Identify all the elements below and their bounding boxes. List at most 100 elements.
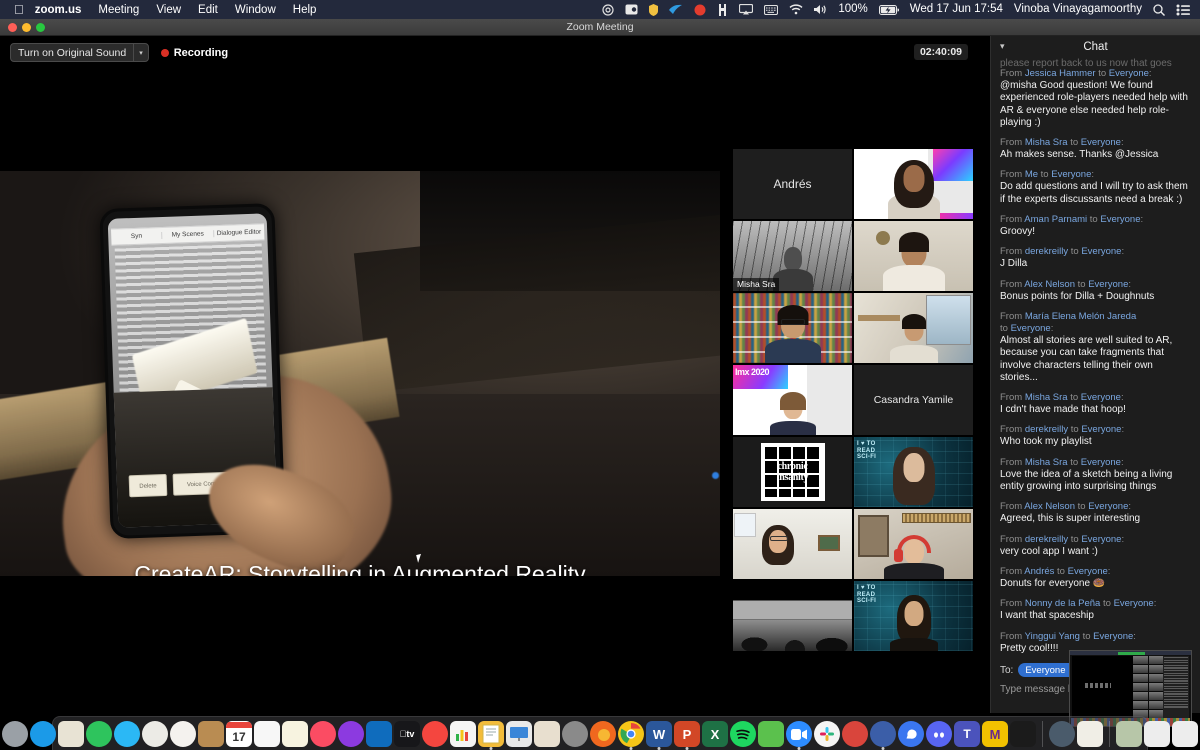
volume-icon[interactable] (814, 4, 827, 15)
dock-item-mendeley[interactable]: M (982, 721, 1008, 747)
shield-icon[interactable] (649, 3, 659, 16)
dock-item-textedit[interactable] (1077, 721, 1103, 747)
chat-message-sender[interactable]: Alex Nelson (1024, 501, 1075, 512)
dock-item-messages[interactable] (114, 721, 140, 747)
dock-item-calendar[interactable]: 17 (226, 721, 252, 747)
apple-icon[interactable]:  (14, 3, 24, 16)
pip-chat-line (1164, 669, 1188, 672)
chat-message-sender[interactable]: derekreilly (1025, 424, 1068, 435)
chevron-down-icon[interactable]: ▾ (1000, 41, 1005, 52)
participant-tile-13[interactable] (733, 581, 852, 651)
participant-tile-4[interactable] (854, 221, 973, 291)
chat-message-sender[interactable]: Aman Parnami (1024, 214, 1087, 225)
dock-item-downloads-photo[interactable] (1116, 721, 1142, 747)
dock-item-quicktime-player[interactable] (1049, 721, 1075, 747)
chat-message-sender[interactable]: derekreilly (1025, 246, 1068, 257)
bartender-icon[interactable] (717, 3, 728, 16)
dock-item-discord[interactable] (926, 721, 952, 747)
dock-item-affinity[interactable] (870, 721, 896, 750)
wifi-icon[interactable] (789, 4, 803, 15)
chat-message-sender[interactable]: Misha Sra (1025, 457, 1068, 468)
participant-tile-10[interactable]: I ♥ TO READ SCI-FI (854, 437, 973, 507)
recording-indicator[interactable]: Recording (160, 47, 228, 59)
participant-tile-5[interactable] (733, 293, 852, 363)
search-icon[interactable] (1153, 3, 1165, 16)
dock-item-microsoft-excel[interactable]: X (702, 721, 728, 747)
dock-item-maps[interactable] (142, 721, 168, 747)
dock-item-appletv[interactable]: tv (394, 721, 420, 747)
original-sound-button[interactable]: Turn on Original Sound ▾ (10, 43, 149, 62)
dock-item-facetime[interactable] (86, 721, 112, 747)
dock-item-system-preferences[interactable] (562, 721, 588, 747)
menu-item-meeting[interactable]: Meeting (98, 4, 139, 16)
participant-tile-7[interactable]: lmx 2020 (733, 365, 852, 435)
menu-item-view[interactable]: View (156, 4, 181, 16)
dock-item-reminders[interactable] (254, 721, 280, 747)
dock-item-contacts[interactable] (198, 721, 224, 747)
dock-item-miro[interactable] (758, 721, 784, 747)
dock-item-preview[interactable] (58, 721, 84, 747)
participant-tile-12[interactable] (854, 509, 973, 579)
dock-item-dark-app[interactable] (1010, 721, 1036, 747)
dock-item-outlook[interactable] (366, 721, 392, 747)
dock-item-slack[interactable] (814, 721, 840, 747)
chat-message-sender[interactable]: Misha Sra (1025, 137, 1068, 148)
participant-tile-andres[interactable]: Andrés (733, 149, 852, 219)
participant-tile-11[interactable] (733, 509, 852, 579)
participant-tile-chronic-insanity[interactable]: chronic insanity (733, 437, 852, 507)
dock-item-firefox[interactable] (590, 721, 616, 747)
dock-item-document-stack-2[interactable] (1172, 721, 1198, 747)
dock-item-launchpad[interactable] (2, 721, 28, 747)
dock-item-microsoft-teams[interactable]: T (954, 721, 980, 747)
screen-recording-icon[interactable] (602, 3, 614, 16)
chat-message-sender[interactable]: derekreilly (1025, 534, 1068, 545)
dock-item-signal[interactable] (898, 721, 924, 747)
menu-item-window[interactable]: Window (235, 4, 276, 16)
chat-message-sender[interactable]: Andrés (1024, 566, 1054, 577)
dock-item-numbers[interactable] (450, 721, 476, 747)
dock-item-podcasts[interactable] (338, 721, 364, 747)
chat-message-sender[interactable]: Alex Nelson (1024, 279, 1075, 290)
dropbox-icon[interactable] (669, 4, 683, 15)
menu-item-edit[interactable]: Edit (198, 4, 218, 16)
dock-item-photos[interactable] (170, 721, 196, 747)
participant-tile-6[interactable] (854, 293, 973, 363)
dock-item-mozilla-thunderbird[interactable] (842, 721, 868, 747)
keyboard-icon[interactable] (764, 4, 779, 15)
chat-message-sender[interactable]: Misha Sra (1025, 392, 1068, 403)
dock-item-notes[interactable] (282, 721, 308, 747)
dock-item-keynote[interactable] (506, 721, 532, 747)
control-center-icon[interactable] (1176, 4, 1190, 16)
dock-item-microsoft-powerpoint[interactable]: P (674, 721, 700, 750)
dock-item-adobe-acrobat[interactable] (534, 721, 560, 747)
chat-message-sender[interactable]: Yinggui Yang (1025, 631, 1080, 642)
dock-item-pages[interactable] (478, 721, 504, 750)
chat-message-list[interactable]: please report back to us now that goes F… (991, 58, 1200, 657)
dock-item-document-stack-1[interactable] (1144, 721, 1170, 747)
record-icon[interactable] (694, 4, 706, 16)
participant-tile-14[interactable]: I ♥ TO READ SCI-FI (854, 581, 973, 651)
participant-tile-misha-sra[interactable]: Misha Sra (733, 221, 852, 291)
dock-item-spotify[interactable] (730, 721, 756, 747)
chat-message-sender[interactable]: María Elena Melón Jareda (1025, 311, 1136, 322)
shared-screen-video[interactable]: Syn My Scenes Dialogue Editor Delete Voi… (0, 171, 720, 576)
participant-tile-2[interactable] (854, 149, 973, 219)
control-center-display-icon[interactable] (625, 4, 638, 15)
chat-message-sender[interactable]: Jessica Hammer (1025, 68, 1096, 79)
dock-item-safari[interactable] (30, 721, 56, 747)
battery-charging-icon[interactable] (878, 4, 899, 15)
dock-item-news[interactable] (422, 721, 448, 747)
chat-message-sender[interactable]: Nonny de la Peña (1025, 598, 1101, 609)
participant-tile-casandra-yamile[interactable]: Casandra Yamile (854, 365, 973, 435)
menu-app-name[interactable]: zoom.us (35, 4, 82, 16)
chat-message-sender[interactable]: Me (1025, 169, 1038, 180)
dock-item-chrome[interactable] (618, 721, 644, 750)
tile-wall-clock (876, 231, 890, 245)
airplay-icon[interactable] (739, 4, 754, 15)
dock-item-microsoft-word[interactable]: W (646, 721, 672, 750)
dock-item-music[interactable] (310, 721, 336, 747)
menubar-username[interactable]: Vinoba Vinayagamoorthy (1014, 3, 1142, 16)
chevron-down-icon[interactable]: ▾ (133, 44, 148, 61)
dock-item-zoom[interactable] (786, 721, 812, 750)
menu-item-help[interactable]: Help (293, 4, 317, 16)
